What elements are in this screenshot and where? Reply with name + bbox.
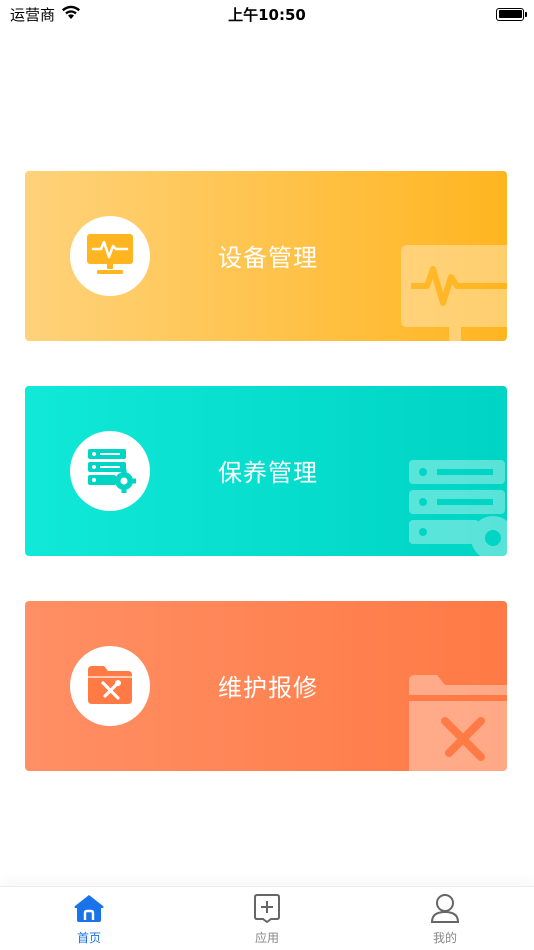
battery-icon bbox=[496, 7, 527, 21]
status-bar: 运营商 上午10:50 bbox=[0, 0, 534, 28]
server-gear-icon bbox=[84, 445, 136, 497]
monitor-pulse-watermark-icon bbox=[397, 241, 507, 341]
status-right bbox=[496, 7, 527, 21]
monitor-pulse-icon bbox=[85, 232, 135, 280]
tab-label: 首页 bbox=[76, 931, 101, 945]
user-icon bbox=[429, 893, 461, 927]
tab-apps[interactable]: 应用 bbox=[178, 887, 356, 950]
folder-tools-watermark-icon bbox=[397, 671, 507, 771]
maintenance-management-card[interactable]: 保养管理 bbox=[25, 386, 507, 556]
tab-label: 我的 bbox=[432, 931, 457, 945]
add-app-icon bbox=[251, 893, 283, 927]
tab-bar: 首页 应用 我的 bbox=[0, 886, 534, 950]
repair-report-card[interactable]: 维护报修 bbox=[25, 601, 507, 771]
carrier-label: 运营商 bbox=[10, 5, 56, 24]
card-label: 设备管理 bbox=[218, 244, 318, 272]
equipment-management-card[interactable]: 设备管理 bbox=[25, 171, 507, 341]
card-icon-circle bbox=[70, 216, 150, 296]
tab-mine[interactable]: 我的 bbox=[356, 887, 534, 950]
server-gear-watermark-icon bbox=[397, 456, 507, 556]
wifi-icon bbox=[61, 5, 81, 24]
card-label: 维护报修 bbox=[218, 674, 318, 702]
tab-home[interactable]: 首页 bbox=[0, 887, 178, 950]
folder-tools-icon bbox=[85, 662, 135, 710]
card-icon-circle bbox=[70, 646, 150, 726]
card-icon-circle bbox=[70, 431, 150, 511]
home-icon bbox=[73, 893, 105, 927]
status-left: 运营商 bbox=[10, 4, 81, 25]
card-label: 保养管理 bbox=[218, 459, 318, 487]
tab-label: 应用 bbox=[254, 931, 279, 945]
